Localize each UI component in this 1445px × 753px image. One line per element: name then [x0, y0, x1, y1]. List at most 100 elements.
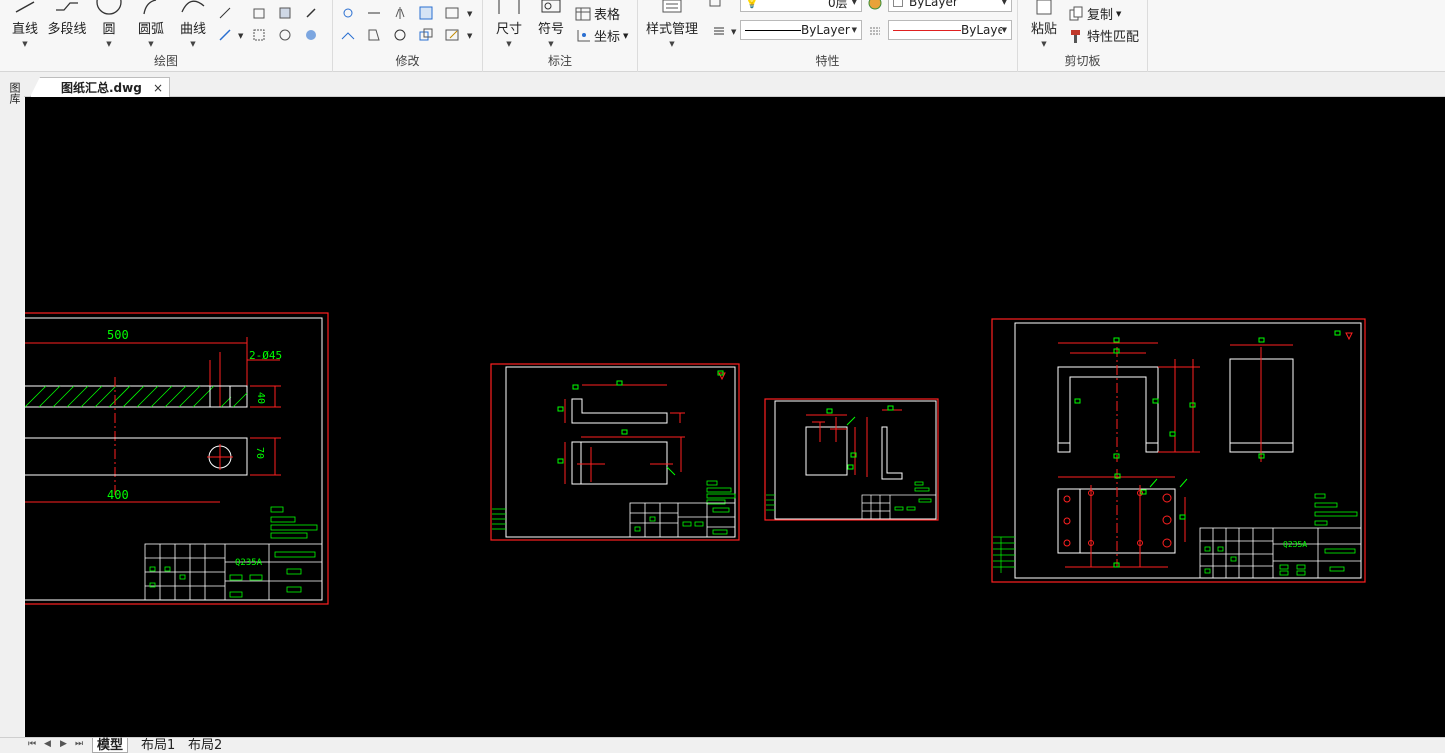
- table-tool[interactable]: 表格: [575, 4, 620, 23]
- linestyle-icon[interactable]: [866, 22, 884, 40]
- material-text: Q235A: [235, 558, 263, 568]
- drawing-sheet-4[interactable]: Q235A: [991, 318, 1366, 583]
- document-tab[interactable]: 图纸汇总.dwg ×: [30, 77, 170, 97]
- chevron-down-icon[interactable]: ▼: [1041, 40, 1046, 48]
- move-icon[interactable]: [339, 4, 357, 22]
- dimension-text: 400: [107, 488, 129, 502]
- drawing-sheet-3[interactable]: [764, 398, 939, 521]
- chevron-down-icon[interactable]: ▼: [467, 32, 472, 40]
- properties-panel: 样式管理 ▼ 💡 0层 ▼ ByLayer ▼ ▼ ByLayer ▼ ByLa…: [638, 0, 1018, 72]
- lightbulb-icon: 💡: [745, 0, 759, 9]
- chevron-down-icon[interactable]: ▼: [106, 40, 111, 48]
- hole-callout-text: 2-Ø45: [249, 349, 282, 362]
- line-tool[interactable]: 直线 ▼: [8, 0, 42, 48]
- curve-tool[interactable]: 曲线 ▼: [176, 0, 210, 48]
- annotate-panel-title: 标注: [547, 54, 572, 68]
- tab-model[interactable]: 模型: [92, 738, 129, 753]
- close-icon[interactable]: ×: [153, 81, 163, 95]
- drawing-sheet-2[interactable]: [490, 363, 740, 541]
- match-properties-icon: [1071, 29, 1080, 43]
- edit-icon[interactable]: [443, 26, 461, 44]
- model-space-canvas[interactable]: 500 2-Ø45 40 70 400 Q235A Q235A: [25, 97, 1445, 737]
- copy-label: 复制: [1087, 8, 1114, 23]
- point-icon[interactable]: [302, 4, 320, 22]
- curve-label: 曲线: [179, 22, 206, 37]
- region-icon[interactable]: [276, 26, 294, 44]
- paste-tool[interactable]: 粘贴 ▼: [1026, 0, 1062, 48]
- last-layout-icon[interactable]: ⏭: [75, 739, 83, 749]
- mirror-icon[interactable]: [391, 4, 409, 22]
- polyline-label: 多段线: [47, 22, 87, 37]
- chevron-down-icon[interactable]: ▼: [669, 40, 674, 48]
- next-layout-icon[interactable]: ▶: [60, 739, 67, 749]
- chevron-down-icon[interactable]: ▼: [238, 32, 243, 40]
- table-label: 表格: [594, 8, 621, 23]
- copy-icon: [1069, 6, 1083, 20]
- gradient-icon[interactable]: [302, 26, 320, 44]
- paste-label: 粘贴: [1030, 22, 1057, 37]
- shape-icon[interactable]: [250, 4, 268, 22]
- trim-icon[interactable]: [365, 4, 383, 22]
- offset-icon[interactable]: [365, 26, 383, 44]
- chevron-down-icon[interactable]: ▼: [1116, 10, 1121, 18]
- color-wheel-icon[interactable]: [866, 0, 884, 12]
- layer-combo[interactable]: 💡 0层 ▼: [740, 0, 862, 12]
- ray-icon[interactable]: [216, 26, 234, 44]
- rotate-icon[interactable]: [391, 26, 409, 44]
- array-icon[interactable]: [417, 4, 435, 22]
- draw-panel: 直线 ▼ 多段线 圆 ▼ 圆弧 ▼ 曲线 ▼ ▼ 绘图: [0, 0, 333, 72]
- boundary-icon[interactable]: [250, 26, 268, 44]
- layer-properties-icon[interactable]: [706, 0, 724, 12]
- chevron-down-icon[interactable]: ▼: [506, 40, 511, 48]
- construction-line-icon[interactable]: [216, 4, 234, 22]
- copy-tool[interactable]: 复制 ▼: [1068, 4, 1121, 23]
- chevron-down-icon[interactable]: ▼: [148, 40, 153, 48]
- lineweight-value: ByLaye: [961, 23, 1002, 37]
- arc-icon: [136, 0, 166, 16]
- symbol-tool[interactable]: 符号 ▼: [535, 0, 567, 48]
- hatch-icon[interactable]: [276, 4, 294, 22]
- tab-layout1[interactable]: 布局1: [137, 738, 179, 753]
- chevron-down-icon[interactable]: ▼: [22, 40, 27, 48]
- circle-tool[interactable]: 圆 ▼: [94, 0, 124, 48]
- chevron-down-icon[interactable]: ▼: [548, 40, 553, 48]
- side-palette-toggle[interactable]: 图库: [4, 82, 21, 104]
- side-palette-label: 图库: [8, 82, 21, 104]
- dimension-tool[interactable]: 尺寸 ▼: [493, 0, 525, 48]
- drawing-sheet-1[interactable]: 500 2-Ø45 40 70 400 Q235A: [25, 312, 329, 605]
- prev-layout-icon[interactable]: ◀: [44, 739, 51, 749]
- rectangle-icon[interactable]: [443, 4, 461, 22]
- coordinate-icon: [577, 29, 590, 41]
- copy-object-icon[interactable]: [417, 26, 435, 44]
- chevron-down-icon[interactable]: ▼: [467, 10, 472, 18]
- lineweight-preview: [893, 29, 961, 31]
- chevron-down-icon: ▼: [1001, 26, 1007, 34]
- tab-layout2[interactable]: 布局2: [184, 738, 226, 753]
- style-manager-tool[interactable]: 样式管理 ▼: [644, 0, 700, 48]
- lineweight-combo[interactable]: ByLaye ▼: [888, 20, 1012, 40]
- side-palette-strip: 图库: [0, 78, 24, 738]
- dimension-text: 500: [107, 328, 129, 342]
- lineweight-menu-icon[interactable]: [710, 22, 728, 40]
- line-label: 直线: [11, 22, 38, 37]
- chevron-down-icon: ▼: [851, 26, 857, 34]
- stretch-icon[interactable]: [339, 26, 357, 44]
- arc-label: 圆弧: [137, 22, 164, 37]
- chevron-down-icon[interactable]: ▼: [731, 28, 736, 36]
- draw-panel-title: 绘图: [153, 54, 178, 68]
- chevron-down-icon[interactable]: ▼: [190, 40, 195, 48]
- material-text: Q235A: [1283, 540, 1307, 549]
- linetype-combo[interactable]: ByLayer ▼: [740, 20, 862, 40]
- clipboard-panel-title: 剪切板: [1064, 54, 1101, 68]
- dimension-label: 尺寸: [495, 22, 522, 37]
- modify-panel: ▼ ▼ 修改: [333, 0, 483, 72]
- polyline-tool[interactable]: 多段线: [46, 0, 88, 37]
- layout-tab-bar: ⏮ ◀ ▶ ⏭ 模型 布局1 布局2: [0, 737, 1445, 753]
- arc-tool[interactable]: 圆弧 ▼: [134, 0, 168, 48]
- coordinate-tool[interactable]: 坐标 ▼: [575, 26, 628, 45]
- first-layout-icon[interactable]: ⏮: [28, 739, 36, 749]
- ribbon: 直线 ▼ 多段线 圆 ▼ 圆弧 ▼ 曲线 ▼ ▼ 绘图 ▼ ▼ 修改 尺寸 ▼ …: [0, 0, 1445, 72]
- curve-icon: [178, 0, 208, 16]
- color-combo[interactable]: ByLayer ▼: [888, 0, 1012, 12]
- match-properties-tool[interactable]: 特性匹配: [1068, 26, 1139, 45]
